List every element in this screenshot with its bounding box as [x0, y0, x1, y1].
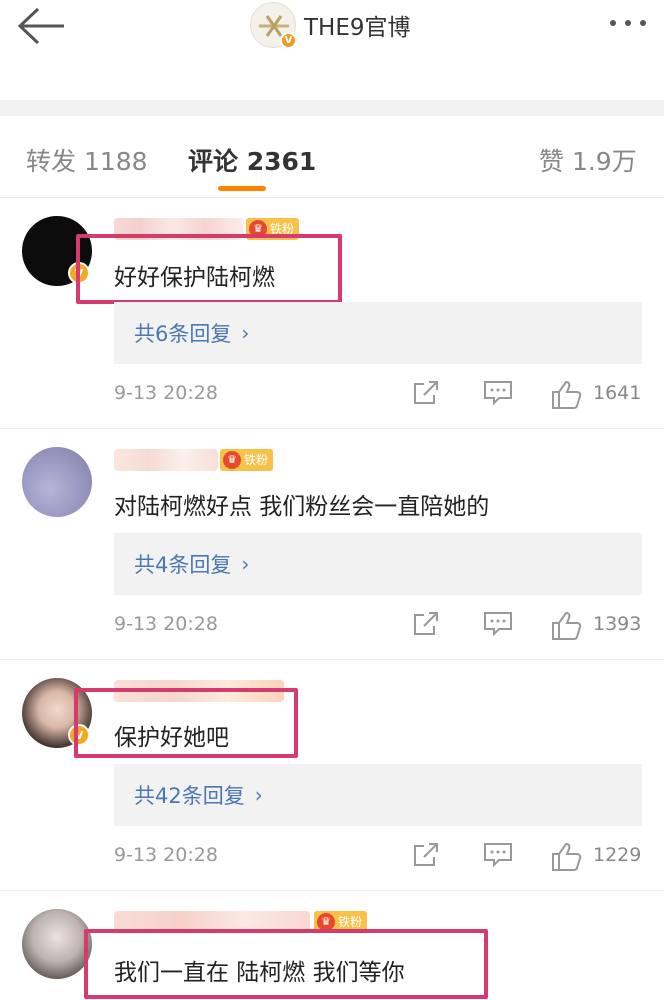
highlight-box	[84, 929, 488, 999]
comment-item: ♛ 铁粉 我们一直在 陆柯燃 我们等你	[0, 891, 664, 1000]
arrow-left-icon	[17, 7, 64, 45]
share-icon	[414, 612, 438, 635]
more-dots-icon[interactable]	[610, 20, 646, 26]
verified-badge: V	[280, 32, 297, 49]
tab-comments[interactable]: 评论 2361	[188, 142, 316, 178]
comment-icon	[484, 381, 512, 406]
replies-button[interactable]: 共42条回复 ›	[114, 764, 642, 826]
page-title: THE9官博	[304, 15, 411, 41]
like-count: 1641	[593, 382, 642, 404]
repost-button[interactable]	[412, 380, 440, 410]
comment-icon	[484, 612, 512, 637]
thumbs-up-icon	[552, 611, 582, 640]
comment-time: 9-13 20:28	[114, 844, 218, 866]
back-button[interactable]	[16, 6, 68, 46]
username-blurred[interactable]	[114, 449, 218, 471]
crown-icon: ♛	[223, 451, 241, 469]
like-button[interactable]	[551, 842, 583, 876]
like-button[interactable]	[551, 380, 583, 414]
comment-button[interactable]	[483, 611, 513, 641]
comment-item: V ♛ 铁粉 好好保护陆柯燃 共6条回复 › 9-13 20:28 1641	[0, 198, 664, 429]
repost-button[interactable]	[412, 611, 440, 641]
avatar[interactable]	[22, 909, 92, 979]
thumbs-up-icon	[552, 380, 582, 409]
comment-item: ♛ 铁粉 对陆柯燃好点 我们粉丝会一直陪她的 共4条回复 › 9-13 20:28 …	[0, 429, 664, 660]
replies-button[interactable]: 共4条回复 ›	[114, 533, 642, 595]
like-button[interactable]	[551, 611, 583, 645]
highlight-box	[76, 234, 342, 304]
header-title-group[interactable]: V THE9官博	[250, 2, 411, 49]
account-logo: V	[250, 2, 297, 49]
share-icon	[414, 843, 438, 866]
chevron-right-icon: ›	[241, 552, 250, 576]
comment-item: V 保护好她吧 共42条回复 › 9-13 20:28 1229	[0, 660, 664, 891]
chevron-right-icon: ›	[241, 321, 250, 345]
top-bar: V THE9官博	[0, 0, 664, 62]
replies-button[interactable]: 共6条回复 ›	[114, 302, 642, 364]
section-divider	[0, 100, 664, 116]
comment-text: 对陆柯燃好点 我们粉丝会一直陪她的	[114, 494, 490, 520]
tab-bar: 转发 1188 评论 2361 赞 1.9万	[0, 116, 664, 198]
avatar[interactable]	[22, 447, 92, 517]
comment-button[interactable]	[483, 380, 513, 410]
fan-badge: ♛ 铁粉	[220, 449, 274, 471]
tab-likes[interactable]: 赞 1.9万	[539, 142, 637, 178]
comment-button[interactable]	[483, 842, 513, 872]
repost-button[interactable]	[412, 842, 440, 872]
comment-time: 9-13 20:28	[114, 613, 218, 635]
active-tab-indicator	[218, 186, 266, 191]
comment-time: 9-13 20:28	[114, 382, 218, 404]
chevron-right-icon: ›	[254, 783, 263, 807]
highlight-box	[74, 688, 298, 758]
share-icon	[414, 381, 438, 404]
comment-icon	[484, 843, 512, 868]
tab-reposts[interactable]: 转发 1188	[26, 142, 148, 178]
thumbs-up-icon	[552, 842, 582, 871]
like-count: 1393	[593, 613, 642, 635]
like-count: 1229	[593, 844, 642, 866]
